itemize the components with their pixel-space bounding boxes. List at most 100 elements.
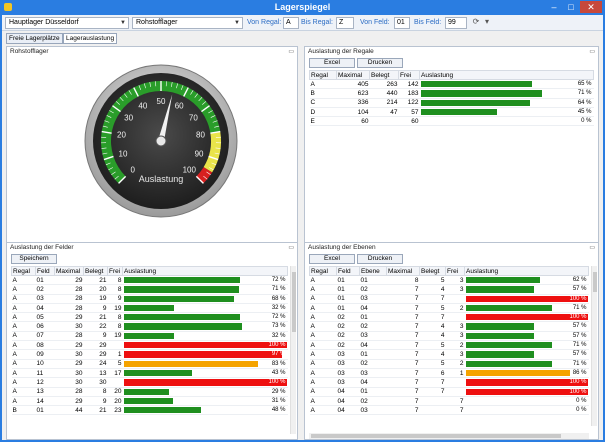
column-header[interactable]: Belegt — [419, 266, 446, 276]
cell-feld: 01 — [35, 275, 55, 286]
bis-regal-input[interactable]: Z — [336, 17, 354, 29]
regale-drucken-button[interactable]: Drucken — [357, 58, 403, 68]
table-row[interactable]: A 04 03 7 7 0 % — [309, 405, 589, 416]
table-row[interactable]: A 02 02 7 4 3 57 % — [309, 321, 589, 332]
table-row[interactable]: A 06 30 22 8 73 % — [11, 321, 288, 332]
column-header[interactable]: Regal — [309, 266, 337, 276]
column-header[interactable]: Ebene — [359, 266, 387, 276]
table-row[interactable]: A 11 30 13 17 43 % — [11, 368, 288, 379]
table-row[interactable]: D 104 47 57 45 % — [309, 107, 594, 118]
table-row[interactable]: A 13 28 8 20 29 % — [11, 387, 288, 397]
column-header[interactable]: Frei — [398, 70, 420, 80]
table-row[interactable]: A 04 28 9 19 32 % — [11, 303, 288, 314]
maximize-button[interactable]: □ — [563, 1, 579, 13]
lagertyp-select[interactable]: Rohstofflager ▼ — [132, 17, 243, 29]
ebenen-drucken-button[interactable]: Drucken — [357, 254, 403, 264]
cell-regal: A — [11, 312, 36, 323]
table-row[interactable]: A 02 04 7 5 2 71 % — [309, 340, 589, 351]
table-row[interactable]: E 60 60 0 % — [309, 116, 594, 127]
table-row[interactable]: A 14 29 9 20 31 % — [11, 396, 288, 407]
cell-feld: 01 — [336, 284, 360, 295]
auslastung-bar — [420, 81, 532, 88]
cell-belegt: 5 — [419, 359, 446, 369]
ebenen-excel-button[interactable]: Excel — [309, 254, 355, 264]
column-header[interactable]: Frei — [107, 266, 123, 276]
column-header[interactable]: Maximal — [336, 70, 370, 80]
ebenen-vertical-scrollbar[interactable] — [591, 266, 597, 426]
column-header[interactable]: Feld — [336, 266, 360, 276]
scroll-thumb[interactable] — [292, 272, 296, 332]
ebenen-horizontal-scrollbar[interactable] — [309, 433, 589, 439]
table-row[interactable]: A 01 04 7 5 2 71 % — [309, 303, 589, 314]
von-regal-input[interactable]: A — [283, 17, 299, 29]
table-row[interactable]: B 623 440 183 71 % — [309, 88, 594, 99]
column-header[interactable]: Auslastung — [419, 70, 594, 80]
column-header[interactable]: Regal — [309, 70, 337, 80]
felder-speichern-button[interactable]: Speichern — [11, 254, 57, 264]
cell-regal: A — [11, 359, 36, 369]
table-row[interactable]: A 04 01 7 7 100 % — [309, 387, 589, 397]
cell-auslastung: 45 % — [419, 107, 594, 118]
column-header[interactable]: Belegt — [83, 266, 108, 276]
table-row[interactable]: A 03 28 19 9 68 % — [11, 294, 288, 304]
refresh-icon[interactable]: ⟳ — [471, 17, 481, 29]
scroll-thumb[interactable] — [311, 434, 561, 438]
table-row[interactable]: C 336 214 122 64 % — [309, 98, 594, 108]
table-row[interactable]: A 02 03 7 4 3 57 % — [309, 331, 589, 342]
close-button[interactable]: ✕ — [580, 1, 602, 13]
pin-icon[interactable]: ▭ — [288, 243, 294, 253]
cell-regal: A — [309, 284, 337, 295]
table-row[interactable]: A 08 29 29 100 % — [11, 340, 288, 351]
table-row[interactable]: A 405 263 142 65 % — [309, 79, 594, 90]
cell-auslastung: 0 % — [419, 116, 594, 127]
column-header[interactable]: Frei — [445, 266, 465, 276]
pin-icon[interactable]: ▭ — [288, 47, 294, 57]
table-row[interactable]: A 10 29 24 5 83 % — [11, 359, 288, 369]
cell-frei — [107, 340, 123, 351]
cell-frei: 3 — [445, 284, 465, 295]
options-icon[interactable]: ▾ — [482, 17, 492, 29]
column-header[interactable]: Regal — [11, 266, 36, 276]
column-header[interactable]: Auslastung — [464, 266, 589, 276]
column-header[interactable]: Maximal — [54, 266, 84, 276]
table-row[interactable]: A 02 01 7 7 100 % — [309, 312, 589, 323]
cell-frei: 5 — [107, 359, 123, 369]
bis-feld-input[interactable]: 99 — [445, 17, 467, 29]
table-row[interactable]: A 04 02 7 7 0 % — [309, 396, 589, 407]
table-row[interactable]: A 01 29 21 8 72 % — [11, 275, 288, 286]
column-header[interactable]: Feld — [35, 266, 55, 276]
column-header[interactable]: Belegt — [369, 70, 399, 80]
table-row[interactable]: A 03 01 7 4 3 57 % — [309, 349, 589, 360]
cell-maximal: 29 — [54, 275, 84, 286]
felder-vertical-scrollbar[interactable] — [290, 266, 296, 434]
column-header[interactable]: Auslastung — [122, 266, 288, 276]
pin-icon[interactable]: ▭ — [589, 243, 595, 253]
lager-select[interactable]: Hauptlager Düsseldorf ▼ — [5, 17, 129, 29]
table-row[interactable]: A 09 30 29 1 97 % — [11, 349, 288, 360]
column-header[interactable]: Maximal — [386, 266, 420, 276]
table-row[interactable]: A 03 04 7 7 100 % — [309, 377, 589, 388]
table-row[interactable]: A 02 28 20 8 71 % — [11, 284, 288, 295]
cell-auslastung: 71 % — [464, 359, 589, 369]
auslastung-bar — [123, 397, 173, 405]
table-row[interactable]: A 01 03 7 7 100 % — [309, 294, 589, 304]
minimize-button[interactable]: – — [546, 1, 562, 13]
tab-lagerauslastung[interactable]: Lagerauslastung — [63, 33, 118, 44]
table-row[interactable]: B 01 44 21 23 48 % — [11, 405, 288, 416]
table-row[interactable]: A 01 01 8 5 3 62 % — [309, 275, 589, 286]
auslastung-bar — [123, 369, 193, 377]
table-row[interactable]: A 03 03 7 6 1 86 % — [309, 368, 589, 379]
table-row[interactable]: A 12 30 30 100 % — [11, 377, 288, 388]
auslastung-value: 83 % — [271, 360, 286, 367]
table-row[interactable]: A 07 28 9 19 32 % — [11, 331, 288, 342]
chevron-down-icon[interactable]: ▼ — [233, 18, 241, 28]
chevron-down-icon[interactable]: ▼ — [119, 18, 127, 28]
table-row[interactable]: A 03 02 7 5 2 71 % — [309, 359, 589, 369]
table-row[interactable]: A 05 29 21 8 72 % — [11, 312, 288, 323]
von-feld-input[interactable]: 01 — [394, 17, 410, 29]
scroll-thumb[interactable] — [593, 272, 597, 292]
table-row[interactable]: A 01 02 7 4 3 57 % — [309, 284, 589, 295]
pin-icon[interactable]: ▭ — [589, 47, 595, 57]
regale-excel-button[interactable]: Excel — [309, 58, 355, 68]
tab-freie-lagerplaetze[interactable]: Freie Lagerplätze — [6, 33, 63, 44]
